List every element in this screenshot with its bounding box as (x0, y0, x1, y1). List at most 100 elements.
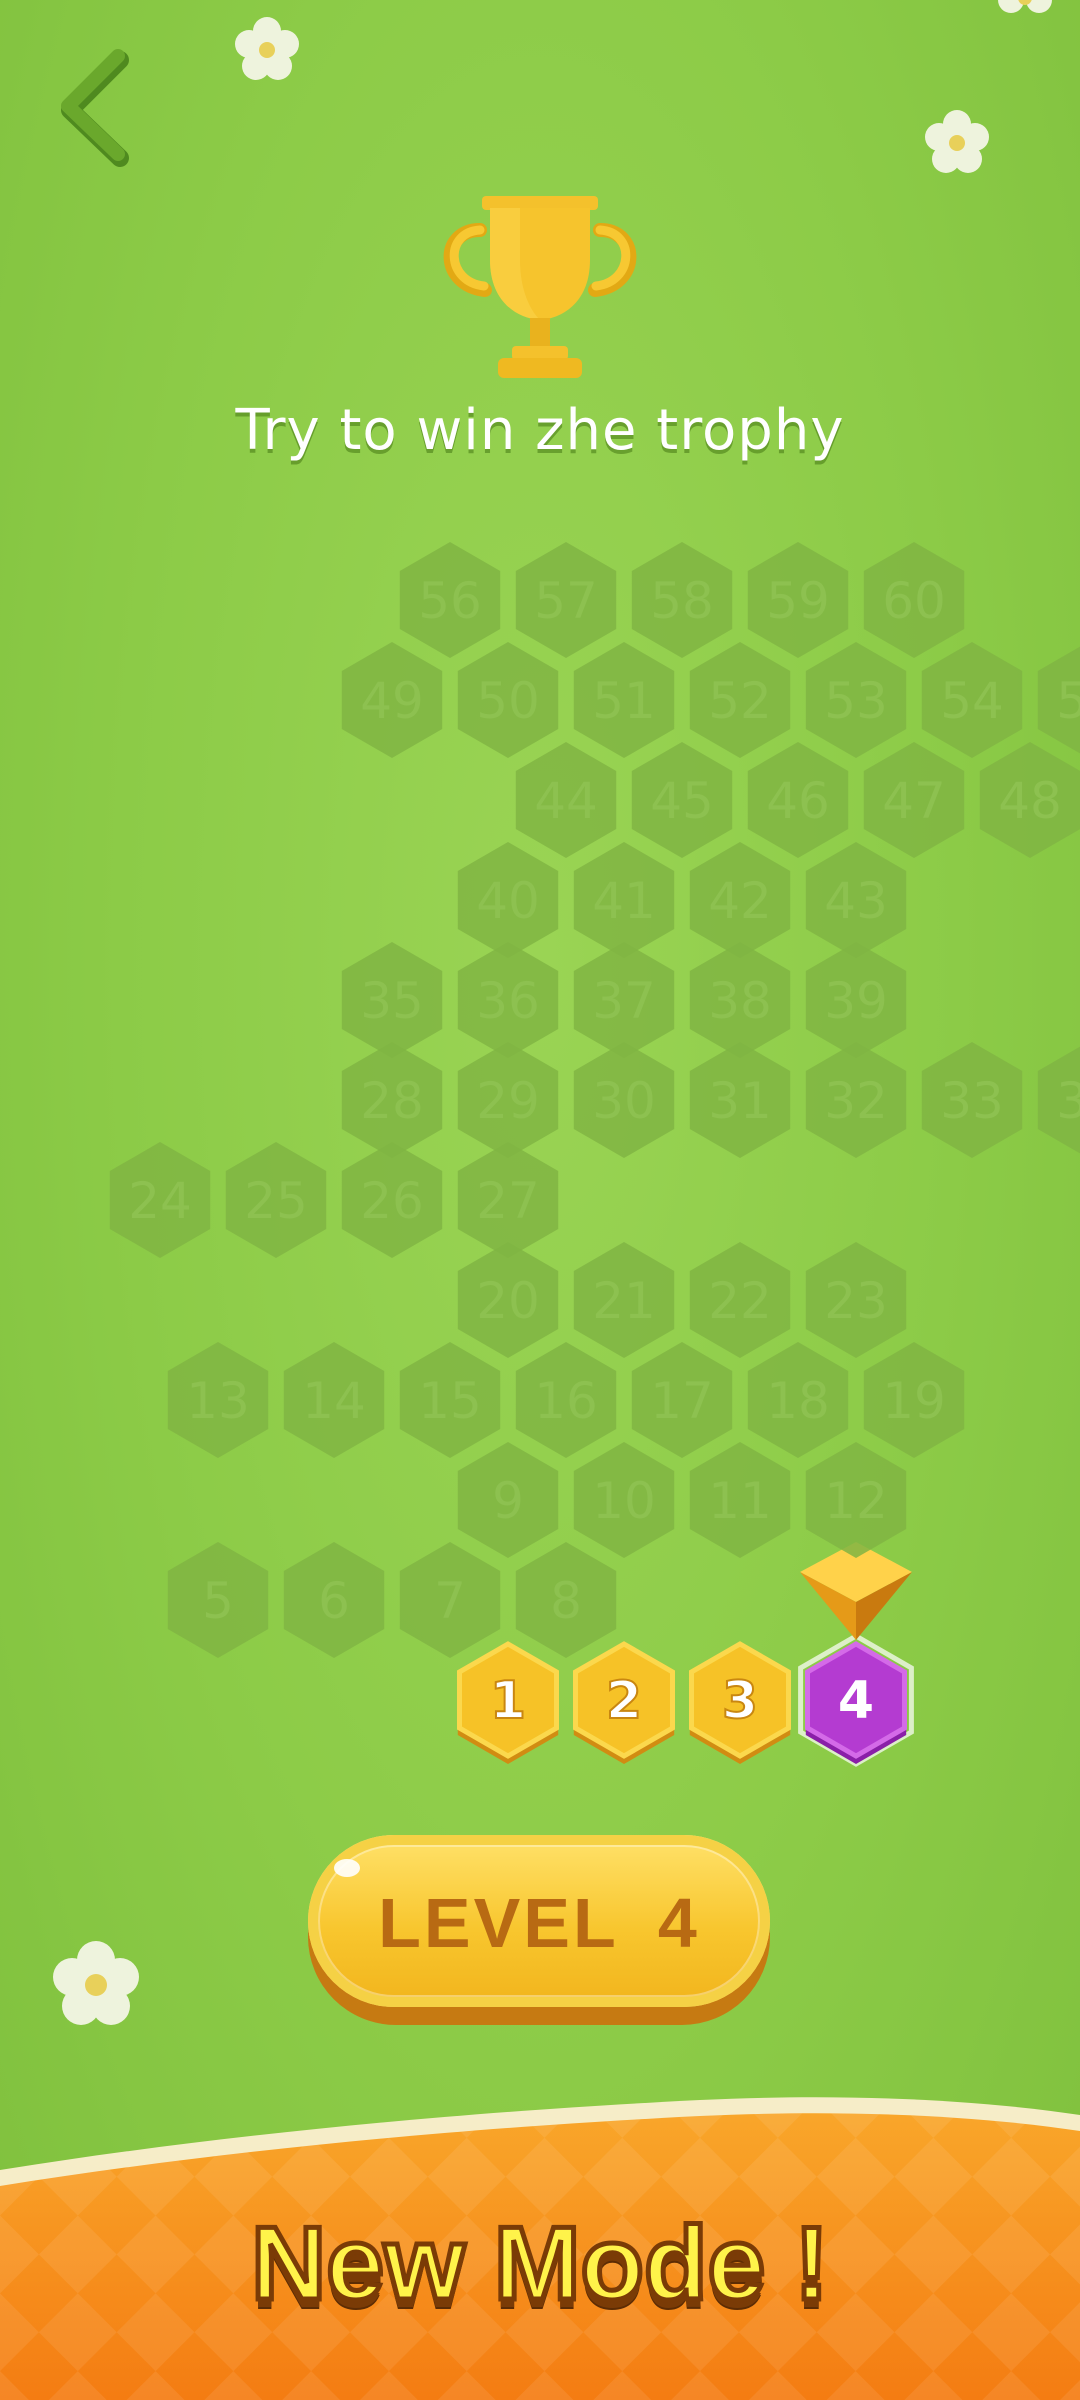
level-number: 36 (476, 972, 540, 1030)
flower-decoration-icon (998, 0, 1052, 13)
level-number: 4 (838, 1671, 874, 1731)
level-number: 46 (766, 772, 830, 830)
level-hex-locked: 45 (631, 742, 733, 858)
level-number: 56 (418, 572, 482, 630)
trophy-icon (443, 196, 637, 378)
level-number: 53 (824, 672, 888, 730)
level-hex-locked: 27 (457, 1142, 559, 1258)
level-hex-locked: 12 (805, 1442, 907, 1558)
level-hex-locked: 7 (399, 1542, 501, 1658)
level-number: 51 (592, 672, 656, 730)
level-hex-locked: 43 (805, 842, 907, 958)
level-hex-locked: 42 (689, 842, 791, 958)
level-number: 34 (1056, 1072, 1080, 1130)
level-hex-locked: 13 (167, 1342, 269, 1458)
level-hex-locked: 56 (399, 542, 501, 658)
level-number: 13 (186, 1372, 250, 1430)
level-hex-locked: 58 (631, 542, 733, 658)
back-button[interactable] (52, 48, 142, 168)
level-number: 35 (360, 972, 424, 1030)
level-number: 29 (476, 1072, 540, 1130)
level-number: 58 (650, 572, 714, 630)
level-hex-locked: 54 (921, 642, 1023, 758)
level-number: 2 (606, 1671, 642, 1731)
level-hex-locked: 15 (399, 1342, 501, 1458)
level-button-label: LEVEL 4 (378, 1884, 700, 1962)
level-hex-locked: 59 (747, 542, 849, 658)
level-number: 42 (708, 872, 772, 930)
level-number: 6 (318, 1572, 350, 1630)
level-number: 18 (766, 1372, 830, 1430)
level-hex-locked: 57 (515, 542, 617, 658)
level-number: 17 (650, 1372, 714, 1430)
level-number: 54 (940, 672, 1004, 730)
level-number: 52 (708, 672, 772, 730)
level-number: 22 (708, 1272, 772, 1330)
level-number: 24 (128, 1172, 192, 1230)
level-number: 60 (882, 572, 946, 630)
flower-decoration-icon (53, 1941, 139, 2025)
level-hex-current[interactable]: 4 (798, 1633, 914, 1767)
level-number: 16 (534, 1372, 598, 1430)
subtitle: Try to win zhe trophy (235, 398, 845, 463)
level-hex-locked: 29 (457, 1042, 559, 1158)
level-button[interactable]: LEVEL 4 (308, 1835, 770, 2025)
level-number: 25 (244, 1172, 308, 1230)
level-number: 28 (360, 1072, 424, 1130)
level-hex-locked: 36 (457, 942, 559, 1058)
level-hex-locked: 51 (573, 642, 675, 758)
level-hex-locked: 5 (167, 1542, 269, 1658)
level-hex-locked: 35 (341, 942, 443, 1058)
level-number: 59 (766, 572, 830, 630)
level-number: 5 (202, 1572, 234, 1630)
level-number: 43 (824, 872, 888, 930)
level-hex-locked: 41 (573, 842, 675, 958)
level-number: 26 (360, 1172, 424, 1230)
level-hex-locked: 28 (341, 1042, 443, 1158)
chevron-left-icon (61, 49, 129, 167)
level-number: 32 (824, 1072, 888, 1130)
level-hex-locked: 52 (689, 642, 791, 758)
level-number: 47 (882, 772, 946, 830)
level-hex-locked: 6 (283, 1542, 385, 1658)
level-number: 23 (824, 1272, 888, 1330)
level-number: 3 (722, 1671, 758, 1731)
level-hex-locked: 53 (805, 642, 907, 758)
level-number: 44 (534, 772, 598, 830)
flower-decoration-icon (235, 17, 299, 80)
level-hex-locked: 21 (573, 1242, 675, 1358)
level-hex-completed[interactable]: 1 (457, 1641, 559, 1764)
level-number: 1 (490, 1671, 526, 1731)
level-hex-locked: 47 (863, 742, 965, 858)
level-number: 15 (418, 1372, 482, 1430)
level-hex-locked: 31 (689, 1042, 791, 1158)
new-mode-title: New Mode ! (249, 2204, 832, 2325)
level-hex-locked: 20 (457, 1242, 559, 1358)
level-number: 14 (302, 1372, 366, 1430)
level-number: 21 (592, 1272, 656, 1330)
level-hex-locked: 60 (863, 542, 965, 658)
level-number: 48 (998, 772, 1062, 830)
level-hex-locked: 30 (573, 1042, 675, 1158)
level-number: 49 (360, 672, 424, 730)
level-number: 31 (708, 1072, 772, 1130)
level-hex-completed[interactable]: 2 (573, 1641, 675, 1764)
level-hex-locked: 24 (109, 1142, 211, 1258)
level-hex-completed[interactable]: 3 (689, 1641, 791, 1764)
flower-decoration-icon (925, 110, 989, 173)
level-number: 10 (592, 1472, 656, 1530)
level-hex-locked: 50 (457, 642, 559, 758)
level-hex-locked: 19 (863, 1342, 965, 1458)
level-number: 55 (1056, 672, 1080, 730)
level-hex-locked: 11 (689, 1442, 791, 1558)
level-number: 41 (592, 872, 656, 930)
level-hex-locked: 16 (515, 1342, 617, 1458)
level-number: 20 (476, 1272, 540, 1330)
level-hex-locked: 26 (341, 1142, 443, 1258)
level-hex-locked: 34 (1037, 1046, 1080, 1154)
level-number: 57 (534, 572, 598, 630)
level-hex-locked: 38 (689, 942, 791, 1058)
level-number: 19 (882, 1372, 946, 1430)
level-hex-locked: 39 (805, 942, 907, 1058)
level-number: 33 (940, 1072, 1004, 1130)
